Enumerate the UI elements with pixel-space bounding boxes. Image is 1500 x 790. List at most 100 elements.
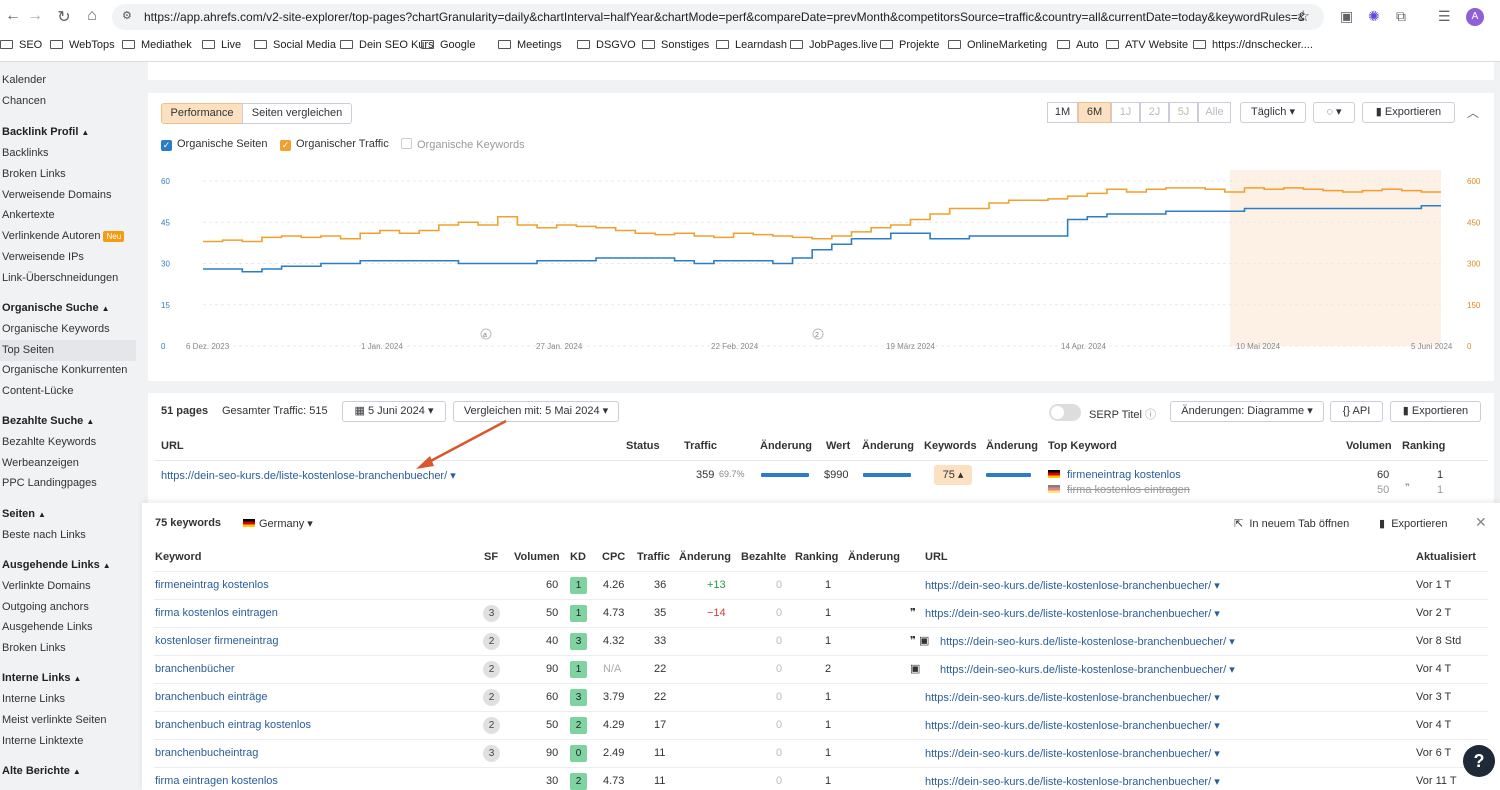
caret-down-icon: ▾ — [1211, 776, 1220, 788]
keyword-ranking: 2 — [825, 663, 832, 675]
keyword-url-link[interactable]: https://dein-seo-kurs.de/liste-kostenlos… — [925, 775, 1220, 788]
keyword-ranking: 1 — [825, 747, 832, 759]
paid-traffic: 0 — [776, 719, 783, 731]
keyword-url-link[interactable]: https://dein-seo-kurs.de/liste-kostenlos… — [925, 607, 1220, 620]
row-divider — [154, 767, 1488, 768]
keyword-url-link[interactable]: https://dein-seo-kurs.de/liste-kostenlos… — [925, 747, 1220, 760]
popup-column-header-8[interactable]: Ranking — [795, 551, 838, 563]
url-text: https://dein-seo-kurs.de/liste-kostenlos… — [925, 580, 1212, 592]
popup-column-header-10[interactable]: URL — [925, 551, 948, 563]
help-button[interactable]: ? — [1463, 745, 1495, 777]
row-divider — [154, 711, 1488, 712]
keyword-cpc: N/A — [603, 663, 622, 675]
keyword-traffic: 36 — [654, 579, 667, 591]
sf-badge: 3 — [483, 745, 500, 762]
serp-feature-icon: ▣ — [910, 663, 921, 675]
popup-column-header-11[interactable]: Aktualisiert — [1416, 551, 1476, 563]
serp-features-count[interactable]: 2 — [483, 633, 500, 650]
paid-traffic: 0 — [776, 635, 783, 647]
keyword-cpc: 3.79 — [603, 691, 625, 703]
popup-column-header-7[interactable]: Bezahlte — [741, 551, 786, 563]
keyword-url-link[interactable]: https://dein-seo-kurs.de/liste-kostenlos… — [940, 635, 1235, 648]
popup-column-header-3[interactable]: KD — [570, 551, 586, 563]
url-text: https://dein-seo-kurs.de/liste-kostenlos… — [925, 720, 1212, 732]
keyword-traffic: 22 — [654, 691, 667, 703]
caret-down-icon: ▾ — [1211, 692, 1220, 704]
de-flag-icon — [243, 519, 255, 527]
keyword-volume: 60 — [546, 691, 559, 703]
paid-traffic: 0 — [776, 663, 783, 675]
keyword-difficulty: 2 — [570, 717, 587, 734]
paid-traffic: 0 — [776, 775, 783, 787]
caret-down-icon: ▾ — [1211, 608, 1220, 620]
popup-column-header-1[interactable]: SF — [484, 551, 498, 563]
serp-features-count[interactable]: 2 — [483, 689, 500, 706]
sf-badge: 2 — [483, 717, 500, 734]
keyword-volume: 40 — [546, 635, 559, 647]
export-icon: ▮ — [1379, 518, 1386, 530]
serp-features-count[interactable]: 3 — [483, 605, 500, 622]
country-dropdown[interactable]: Germany ▾ — [243, 517, 313, 530]
popup-column-header-5[interactable]: Traffic — [637, 551, 670, 563]
keyword-ranking: 1 — [825, 691, 832, 703]
keyword-volume: 60 — [546, 579, 559, 591]
popup-column-header-2[interactable]: Volumen — [514, 551, 560, 563]
paid-traffic: 0 — [776, 747, 783, 759]
close-icon[interactable]: ✕ — [1475, 514, 1487, 531]
kd-badge: 1 — [570, 605, 587, 622]
serp-features-count[interactable]: 3 — [483, 745, 500, 762]
keyword-url-link[interactable]: https://dein-seo-kurs.de/liste-kostenlos… — [925, 719, 1220, 732]
keyword-url-link[interactable]: https://dein-seo-kurs.de/liste-kostenlos… — [925, 579, 1220, 592]
last-updated: Vor 3 T — [1416, 691, 1452, 703]
popup-column-header-6[interactable]: Änderung — [679, 551, 731, 563]
sf-badge: 2 — [483, 661, 500, 678]
keyword-traffic: 11 — [654, 775, 666, 787]
caret-down-icon: ▾ — [1226, 664, 1235, 676]
keyword-link[interactable]: branchenbuch einträge — [155, 691, 268, 703]
caret-down-icon: ▾ — [1211, 580, 1220, 592]
url-text: https://dein-seo-kurs.de/liste-kostenlos… — [925, 608, 1212, 620]
keyword-difficulty: 1 — [570, 605, 587, 622]
keyword-link[interactable]: firma eintragen kostenlos — [155, 775, 278, 787]
keyword-volume: 30 — [546, 775, 559, 787]
keyword-link[interactable]: branchenbuch eintrag kostenlos — [155, 719, 311, 731]
keywords-popup — [142, 503, 1500, 790]
keyword-link[interactable]: branchenbücher — [155, 663, 235, 675]
serp-features-count[interactable]: 2 — [483, 661, 500, 678]
sf-badge: 2 — [483, 633, 500, 650]
keyword-traffic: 35 — [654, 607, 667, 619]
row-divider — [154, 599, 1488, 600]
keywords-count: 75 keywords — [155, 517, 222, 529]
kd-badge: 1 — [570, 661, 587, 678]
row-divider — [154, 739, 1488, 740]
keyword-ranking: 1 — [825, 579, 832, 591]
keyword-volume: 90 — [546, 663, 559, 675]
keyword-link[interactable]: firma kostenlos eintragen — [155, 607, 278, 619]
sf-badge: 3 — [483, 605, 500, 622]
keyword-difficulty: 3 — [570, 633, 587, 650]
popup-column-header-4[interactable]: CPC — [602, 551, 625, 563]
keyword-traffic: 33 — [654, 635, 667, 647]
keyword-link[interactable]: kostenloser firmeneintrag — [155, 635, 279, 647]
row-divider — [154, 683, 1488, 684]
keyword-difficulty: 1 — [570, 661, 587, 678]
sf-badge: 2 — [483, 689, 500, 706]
popup-export-button[interactable]: ▮ Exportieren — [1379, 517, 1447, 530]
last-updated: Vor 8 Std — [1416, 635, 1462, 647]
keyword-volume: 50 — [546, 719, 559, 731]
keyword-url-link[interactable]: https://dein-seo-kurs.de/liste-kostenlos… — [925, 691, 1220, 704]
serp-features-count[interactable]: 2 — [483, 717, 500, 734]
keyword-traffic: 17 — [654, 719, 667, 731]
keyword-link[interactable]: branchenbucheintrag — [155, 747, 258, 759]
serp-feature-icon: ❞ — [910, 607, 916, 619]
caret-down-icon: ▾ — [1226, 636, 1235, 648]
keyword-url-link[interactable]: https://dein-seo-kurs.de/liste-kostenlos… — [940, 663, 1235, 676]
popup-column-header-9[interactable]: Änderung — [848, 551, 900, 563]
url-text: https://dein-seo-kurs.de/liste-kostenlos… — [940, 636, 1227, 648]
open-new-tab-link[interactable]: ⇱ In neuem Tab öffnen — [1234, 517, 1349, 530]
last-updated: Vor 4 T — [1416, 719, 1452, 731]
row-divider — [154, 627, 1488, 628]
url-text: https://dein-seo-kurs.de/liste-kostenlos… — [925, 692, 1212, 704]
keyword-link[interactable]: firmeneintrag kostenlos — [155, 579, 269, 591]
popup-column-header-0[interactable]: Keyword — [155, 551, 201, 563]
